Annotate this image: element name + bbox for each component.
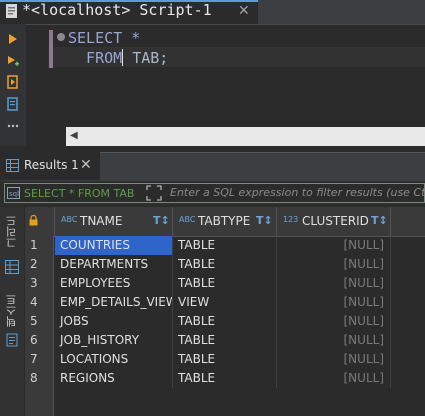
row-number: 7	[25, 350, 54, 369]
row-number: 1	[25, 236, 54, 255]
row-number: 6	[25, 331, 54, 350]
editor-horizontal-scrollbar[interactable]	[66, 127, 425, 146]
cell-tabtype[interactable]: TABLE	[173, 312, 277, 331]
sql-script-icon	[6, 4, 17, 18]
table-row[interactable]: 8 REGIONS TABLE [NULL]	[25, 369, 425, 388]
cell-tabtype[interactable]: TABLE	[173, 331, 277, 350]
column-header-label: CLUSTERID	[302, 214, 369, 228]
row-number: 8	[25, 369, 54, 388]
cell-tname[interactable]: EMP_DETAILS_VIEW	[55, 293, 173, 312]
code-select: SELECT *	[68, 29, 141, 47]
fold-toggle-icon[interactable]	[57, 33, 65, 41]
execute-statement-icon[interactable]	[6, 32, 20, 46]
sort-filter-icon[interactable]: T↕	[153, 214, 170, 227]
cell-tabtype[interactable]: TABLE	[173, 274, 277, 293]
editor-tab-title: *<localhost> Script-1	[22, 1, 212, 19]
cell-tabtype[interactable]: VIEW	[173, 293, 277, 312]
column-header-clusterid[interactable]: 123 CLUSTERID T↕	[277, 207, 391, 236]
cell-tname[interactable]: COUNTRIES	[55, 236, 173, 255]
table-row[interactable]: 2 DEPARTMENTS TABLE [NULL]	[25, 255, 425, 274]
column-type-icon: 123	[283, 215, 299, 224]
results-tab-close-icon[interactable]: ✕	[80, 157, 92, 173]
sort-filter-icon[interactable]: T↕	[371, 214, 388, 227]
cell-tabtype[interactable]: TABLE	[173, 236, 277, 255]
cell-tabtype[interactable]: TABLE	[173, 255, 277, 274]
column-header-tabtype[interactable]: ABC TABTYPE T↕	[173, 207, 277, 236]
explain-plan-icon[interactable]	[6, 97, 20, 111]
table-row[interactable]: 4 EMP_DETAILS_VIEW VIEW [NULL]	[25, 293, 425, 312]
expand-filter-icon[interactable]	[146, 185, 162, 201]
column-header-tname[interactable]: ABC TNAME T↕	[55, 207, 173, 236]
results-grid-icon	[6, 159, 19, 172]
cell-tname[interactable]: LOCATIONS	[55, 350, 173, 369]
execute-script-icon[interactable]	[6, 75, 20, 89]
cell-tabtype[interactable]: TABLE	[173, 369, 277, 388]
code-line-1: SELECT *	[68, 29, 140, 47]
table-row[interactable]: 6 JOB_HISTORY TABLE [NULL]	[25, 331, 425, 350]
editor-side-toolbar	[0, 24, 26, 146]
code-line-2: FROM TAB;	[68, 49, 168, 67]
row-number: 2	[25, 255, 54, 274]
cell-tname[interactable]: EMPLOYEES	[55, 274, 173, 293]
column-header-label: TABTYPE	[198, 214, 251, 228]
code-from: FROM	[68, 49, 123, 67]
more-options-icon[interactable]	[6, 119, 20, 133]
cell-tname[interactable]: DEPARTMENTS	[55, 255, 173, 274]
cell-clusterid[interactable]: [NULL]	[277, 293, 391, 312]
row-number-header[interactable]	[25, 207, 55, 236]
cell-tabtype[interactable]: TABLE	[173, 350, 277, 369]
grid-view-icon[interactable]	[5, 260, 19, 274]
cell-tname[interactable]: JOBS	[55, 312, 173, 331]
row-number: 4	[25, 293, 54, 312]
table-row[interactable]: 1 COUNTRIES TABLE [NULL]	[25, 236, 425, 255]
row-number: 3	[25, 274, 54, 293]
cell-clusterid[interactable]: [NULL]	[277, 236, 391, 255]
column-type-icon: ABC	[61, 215, 78, 224]
sql-filter-icon: sql	[7, 187, 20, 199]
cell-clusterid[interactable]: [NULL]	[277, 331, 391, 350]
row-number-column-fill	[25, 388, 54, 416]
cell-tname[interactable]: REGIONS	[55, 369, 173, 388]
table-row[interactable]: 7 LOCATIONS TABLE [NULL]	[25, 350, 425, 369]
text-view-icon[interactable]	[5, 333, 19, 347]
column-type-icon: ABC	[179, 215, 196, 224]
cell-clusterid[interactable]: [NULL]	[277, 350, 391, 369]
lock-icon	[29, 215, 38, 226]
editor-tab-close-icon[interactable]: ✕	[238, 3, 250, 19]
cell-clusterid[interactable]: [NULL]	[277, 312, 391, 331]
execute-new-tab-icon[interactable]	[6, 54, 20, 68]
svg-text:sql: sql	[9, 190, 19, 198]
cell-clusterid[interactable]: [NULL]	[277, 369, 391, 388]
statement-marker	[49, 30, 53, 68]
cell-clusterid[interactable]: [NULL]	[277, 274, 391, 293]
filter-query-text: SELECT * FROM TAB	[24, 187, 135, 200]
cell-clusterid[interactable]: [NULL]	[277, 255, 391, 274]
results-tab-label: Results 1	[24, 158, 79, 172]
sort-filter-icon[interactable]: T↕	[256, 214, 273, 227]
grid-view-toggle[interactable]: 그리드	[4, 215, 20, 248]
scroll-left-icon[interactable]: ◀	[70, 130, 78, 141]
row-number: 5	[25, 312, 54, 331]
cell-tname[interactable]: JOB_HISTORY	[55, 331, 173, 350]
code-table: TAB;	[123, 49, 169, 67]
column-header-label: TNAME	[80, 214, 123, 228]
table-row[interactable]: 3 EMPLOYEES TABLE [NULL]	[25, 274, 425, 293]
filter-placeholder: Enter a SQL expression to filter results…	[170, 186, 425, 199]
table-row[interactable]: 5 JOBS TABLE [NULL]	[25, 312, 425, 331]
text-view-toggle[interactable]: 텍스트	[4, 294, 20, 327]
